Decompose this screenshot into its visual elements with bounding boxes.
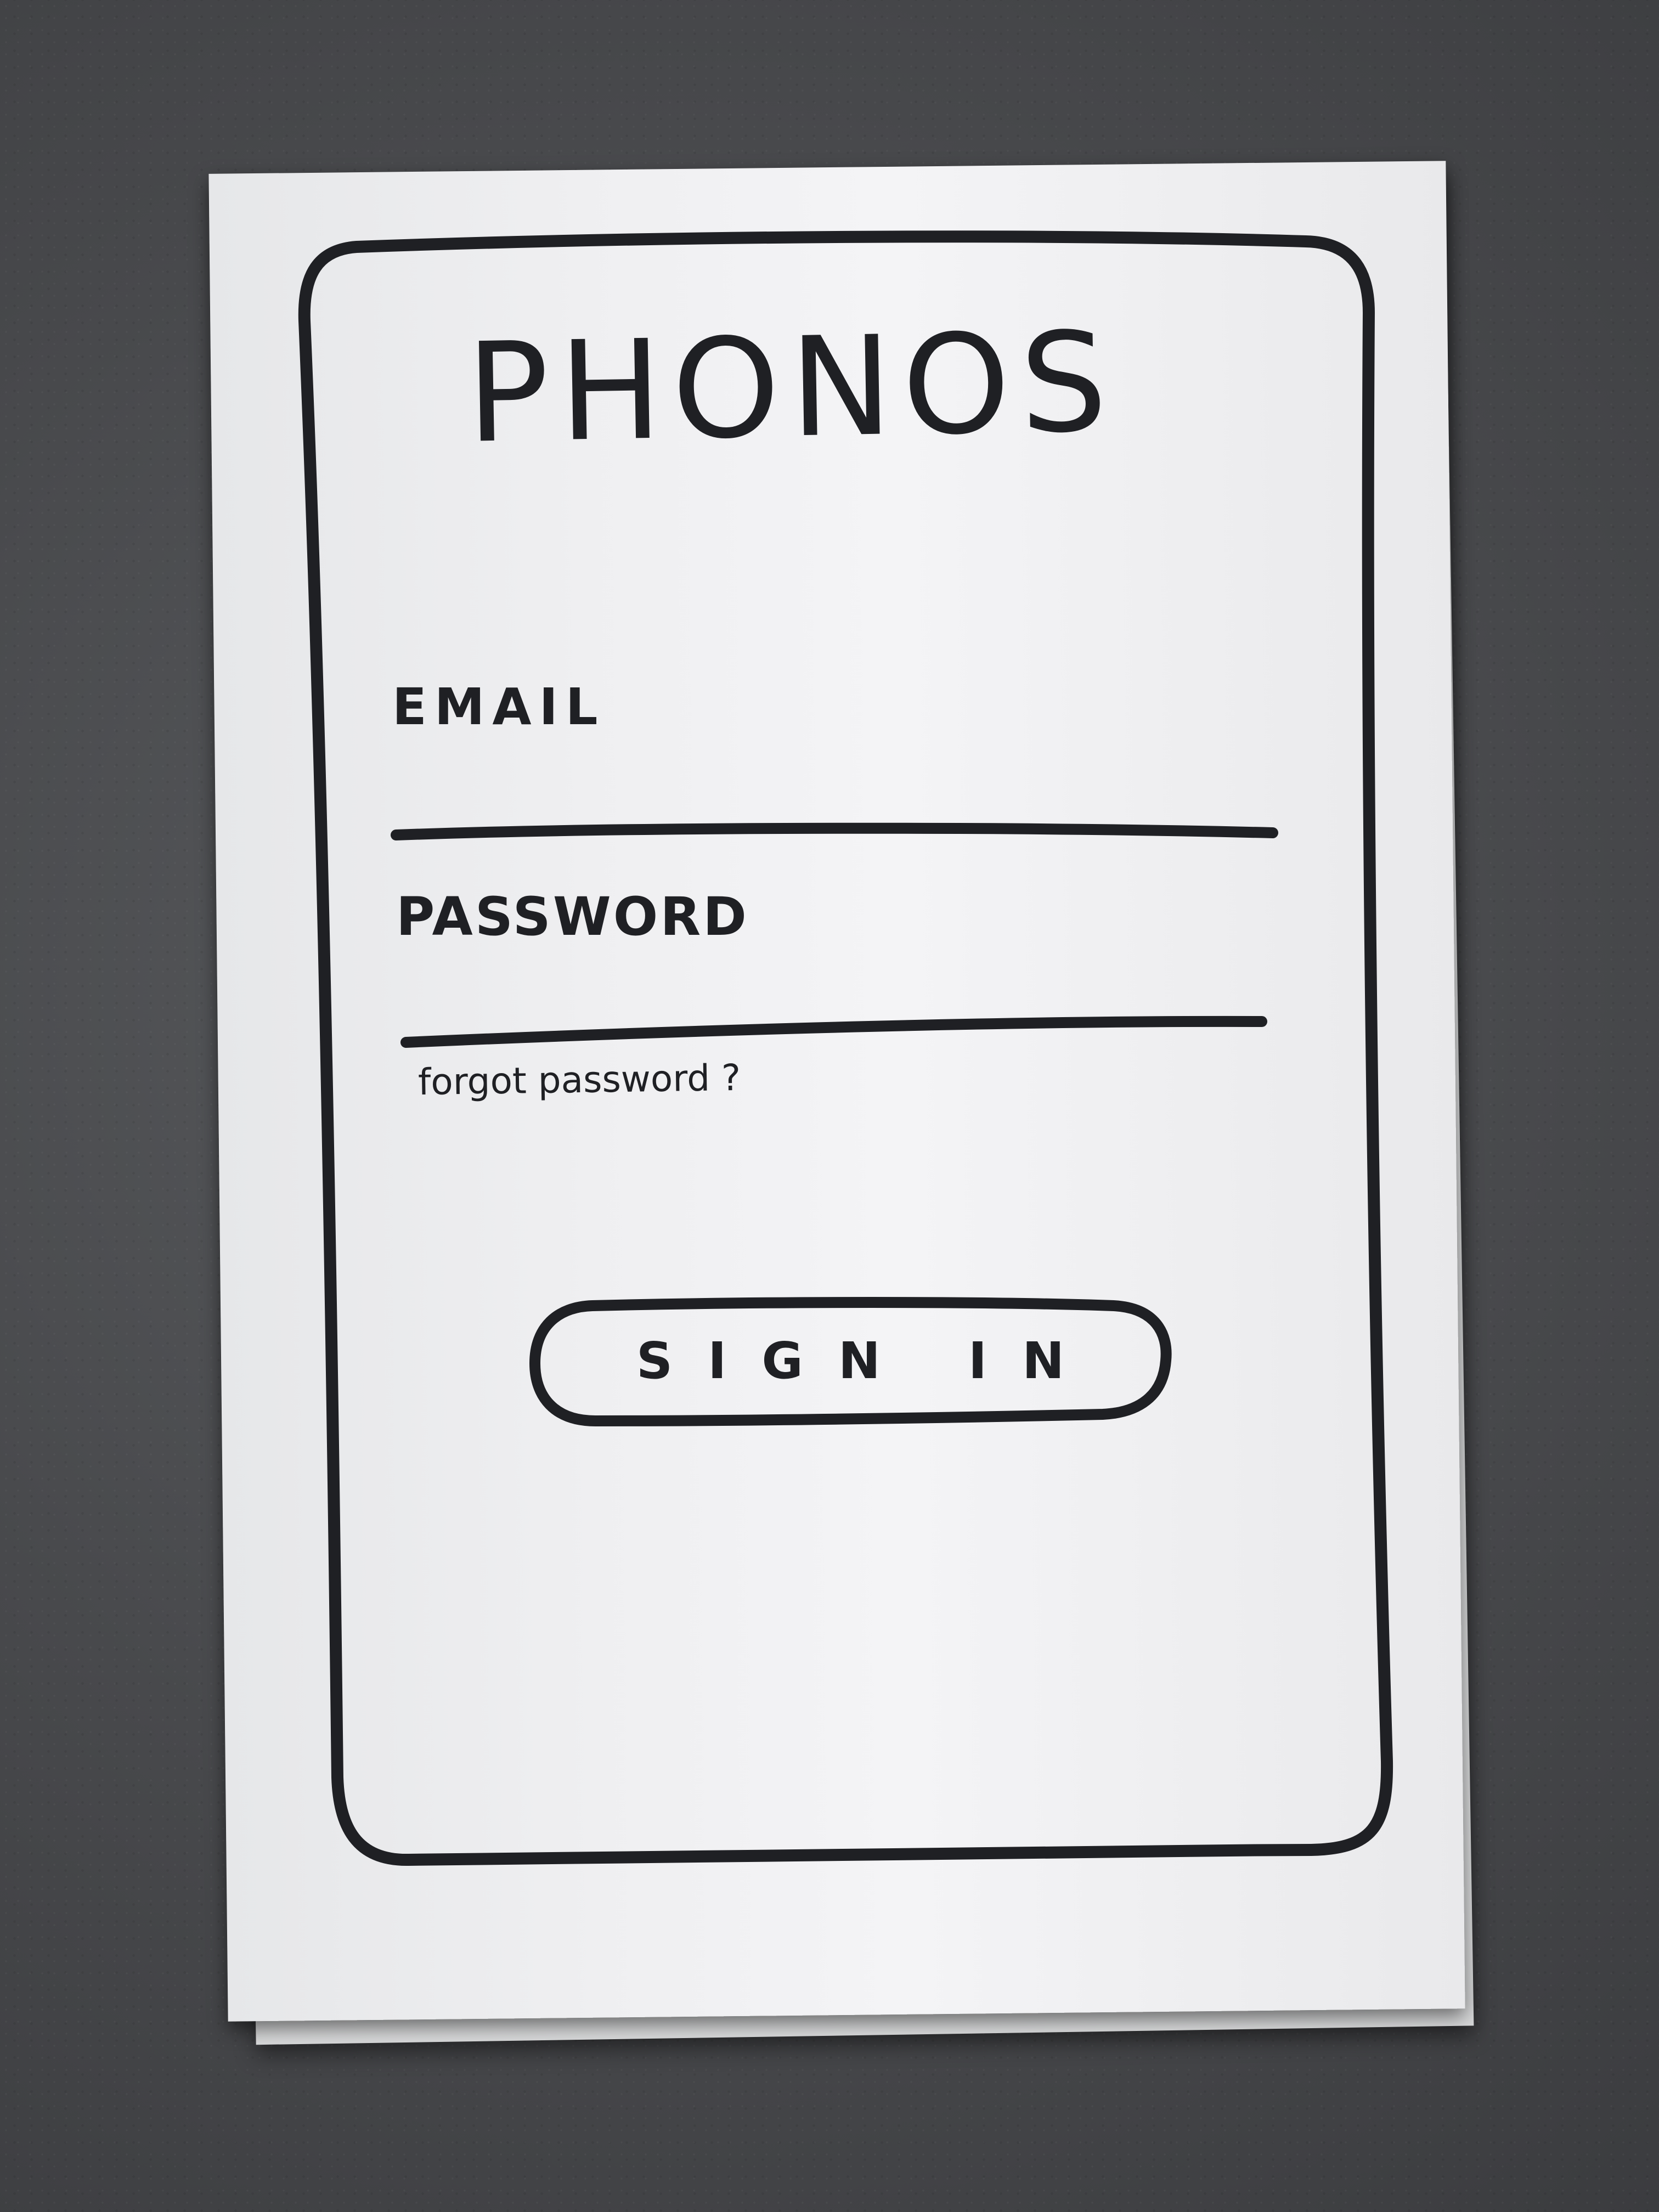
app-title: PHONOS	[465, 302, 1119, 473]
password-label: PASSWORD	[396, 886, 749, 947]
password-input[interactable]	[405, 977, 1263, 1027]
email-label: EMAIL	[392, 678, 606, 736]
email-input[interactable]	[396, 774, 1276, 824]
phone-frame-outline	[298, 230, 1393, 1866]
sign-in-button[interactable]: SIGN IN	[535, 1303, 1166, 1418]
forgot-password-link[interactable]: forgot password ?	[417, 1057, 741, 1103]
sign-in-button-label: SIGN IN	[636, 1331, 1100, 1390]
email-input-underline	[391, 822, 1278, 840]
